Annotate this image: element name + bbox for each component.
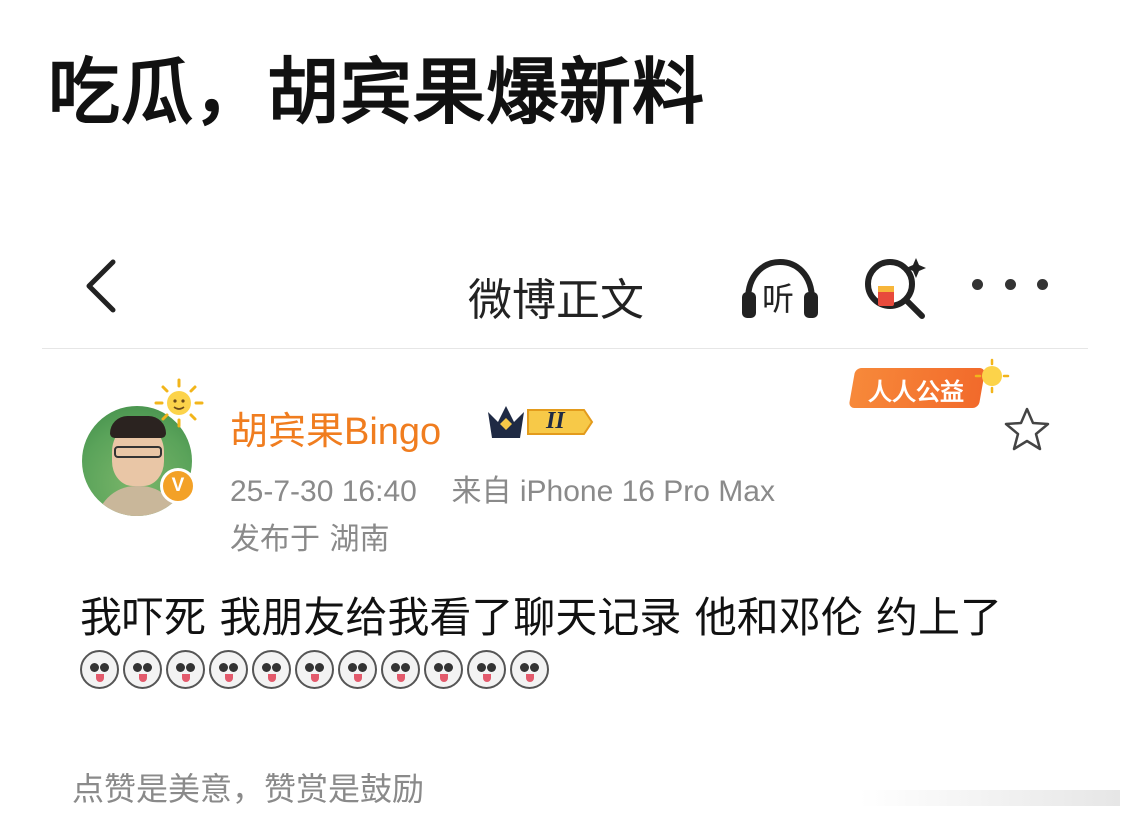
emoji-tongue: [440, 674, 448, 682]
vip-level: II: [546, 408, 565, 434]
post-meta: 25-7-30 16:40 来自 iPhone 16 Pro Max: [230, 466, 775, 510]
search-button[interactable]: [858, 252, 932, 324]
back-button[interactable]: [76, 256, 126, 316]
emoji-tongue: [354, 674, 362, 682]
dog-emoji: [424, 650, 463, 689]
sun-icon: [974, 358, 1010, 394]
star-icon: [1004, 407, 1050, 451]
page-title: 微博正文: [468, 275, 644, 326]
chevron-left-icon: [86, 259, 116, 313]
dog-emoji: [338, 650, 377, 689]
timestamp: 25-7-30 16:40: [230, 475, 417, 508]
emoji-tongue: [139, 674, 147, 682]
headline: 吃瓜，胡宾果爆新料: [48, 50, 706, 134]
sun-icon: [154, 378, 204, 428]
reward-hint: 点赞是美意，赞赏是鼓励: [72, 770, 425, 808]
dog-emoji: [166, 650, 205, 689]
listen-label: 听: [762, 280, 795, 318]
emoji-tongue: [483, 674, 491, 682]
more-button[interactable]: [972, 264, 1048, 304]
emoji-tongue: [397, 674, 405, 682]
dot: [1004, 278, 1016, 290]
listen-button[interactable]: 听: [738, 254, 822, 322]
charity-label: 人人公益: [868, 378, 964, 406]
post-location: 发布于 湖南: [230, 522, 390, 557]
dog-emoji: [80, 650, 119, 689]
search-redpacket-icon: [865, 258, 926, 319]
top-navbar: 微博正文 听: [0, 250, 1130, 330]
emoji-tongue: [311, 674, 319, 682]
post-source: 来自 iPhone 16 Pro Max: [451, 475, 775, 508]
scroll-fade: [860, 790, 1120, 806]
emoji-tongue: [96, 674, 104, 682]
divider: [42, 348, 1088, 349]
emoji-tongue: [526, 674, 534, 682]
emoji-tongue: [182, 674, 190, 682]
avatar-glasses: [114, 446, 162, 458]
post-text: 我吓死 我朋友给我看了聊天记录 他和邓伦 约上了: [80, 593, 1003, 642]
emoji-tongue: [268, 674, 276, 682]
dog-emoji: [252, 650, 291, 689]
dog-emoji: [209, 650, 248, 689]
avatar[interactable]: V: [80, 378, 206, 516]
charity-badge[interactable]: 人人公益: [838, 356, 1010, 414]
vip-crown-badge-icon: [488, 406, 594, 438]
dog-emoji: [381, 650, 420, 689]
emoji-row: [80, 650, 549, 689]
dog-emoji: [123, 650, 162, 689]
favorite-button[interactable]: [1002, 404, 1052, 454]
dog-emoji: [467, 650, 506, 689]
username[interactable]: 胡宾果Bingo: [230, 400, 441, 455]
emoji-tongue: [225, 674, 233, 682]
dog-emoji: [295, 650, 334, 689]
verified-badge: V: [160, 468, 196, 504]
dot: [972, 278, 983, 290]
dot: [1037, 278, 1048, 290]
dog-emoji: [510, 650, 549, 689]
